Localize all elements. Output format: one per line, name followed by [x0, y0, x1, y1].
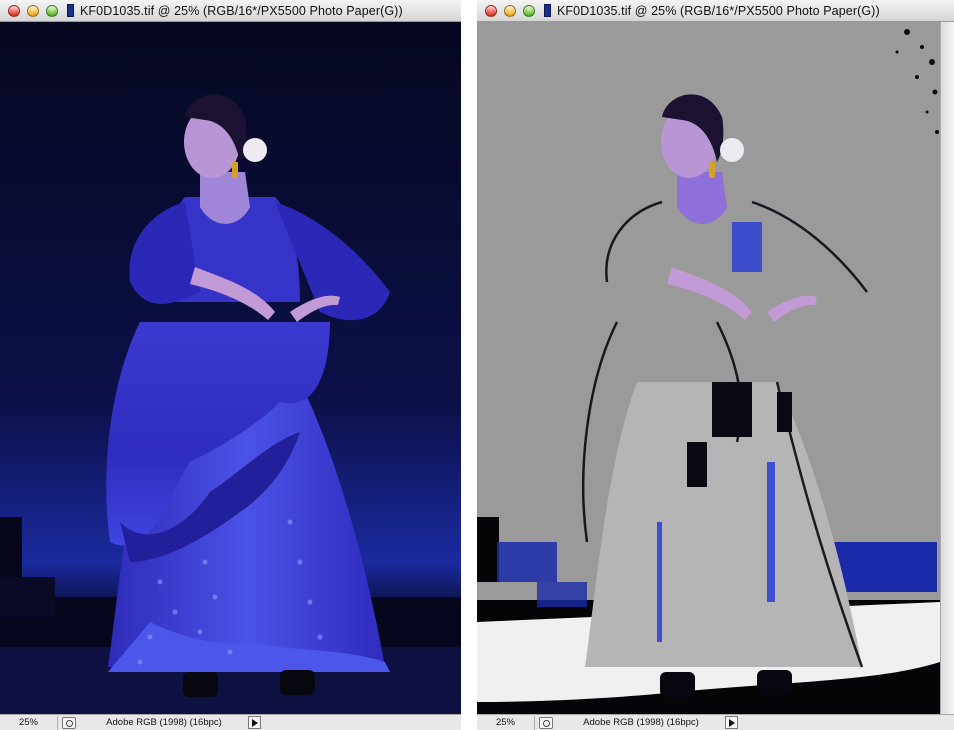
document-window-right[interactable]: KF0D1035.tif @ 25% (RGB/16*/PX5500 Photo… — [477, 0, 954, 730]
status-bar: 25% Adobe RGB (1998) (16bpc) — [477, 714, 954, 730]
status-bar: 25% Adobe RGB (1998) (16bpc) — [0, 714, 461, 730]
zoom-level-field[interactable]: 25% — [477, 715, 535, 730]
document-profile-info: Adobe RGB (1998) (16bpc) — [583, 717, 699, 728]
image-canvas-gamut-warning[interactable] — [477, 22, 940, 714]
document-proxy-icon[interactable] — [544, 4, 551, 17]
status-menu-arrow-icon[interactable] — [248, 716, 261, 729]
title-bar[interactable]: KF0D1035.tif @ 25% (RGB/16*/PX5500 Photo… — [477, 0, 954, 22]
minimize-icon[interactable] — [27, 4, 39, 17]
window-controls — [485, 4, 542, 17]
close-icon[interactable] — [8, 4, 20, 17]
window-title: KF0D1035.tif @ 25% (RGB/16*/PX5500 Photo… — [557, 3, 880, 18]
title-bar[interactable]: KF0D1035.tif @ 25% (RGB/16*/PX5500 Photo… — [0, 0, 461, 22]
window-title: KF0D1035.tif @ 25% (RGB/16*/PX5500 Photo… — [80, 3, 403, 18]
window-controls — [8, 4, 65, 17]
window-gap — [461, 0, 477, 730]
photo-flamenco-dancer — [0, 22, 461, 714]
vertical-scrollbar[interactable] — [940, 22, 954, 714]
image-canvas[interactable] — [0, 22, 461, 714]
document-proxy-icon[interactable] — [67, 4, 74, 17]
zoom-level-field[interactable]: 25% — [0, 715, 58, 730]
document-profile-info: Adobe RGB (1998) (16bpc) — [106, 717, 222, 728]
zoom-icon[interactable] — [523, 4, 535, 17]
zoom-icon[interactable] — [46, 4, 58, 17]
close-icon[interactable] — [485, 4, 497, 17]
status-info-icon[interactable] — [539, 716, 553, 729]
minimize-icon[interactable] — [504, 4, 516, 17]
status-menu-arrow-icon[interactable] — [725, 716, 738, 729]
photo-gamut-warning — [477, 22, 940, 714]
status-info-icon[interactable] — [62, 716, 76, 729]
document-window-left[interactable]: KF0D1035.tif @ 25% (RGB/16*/PX5500 Photo… — [0, 0, 461, 730]
